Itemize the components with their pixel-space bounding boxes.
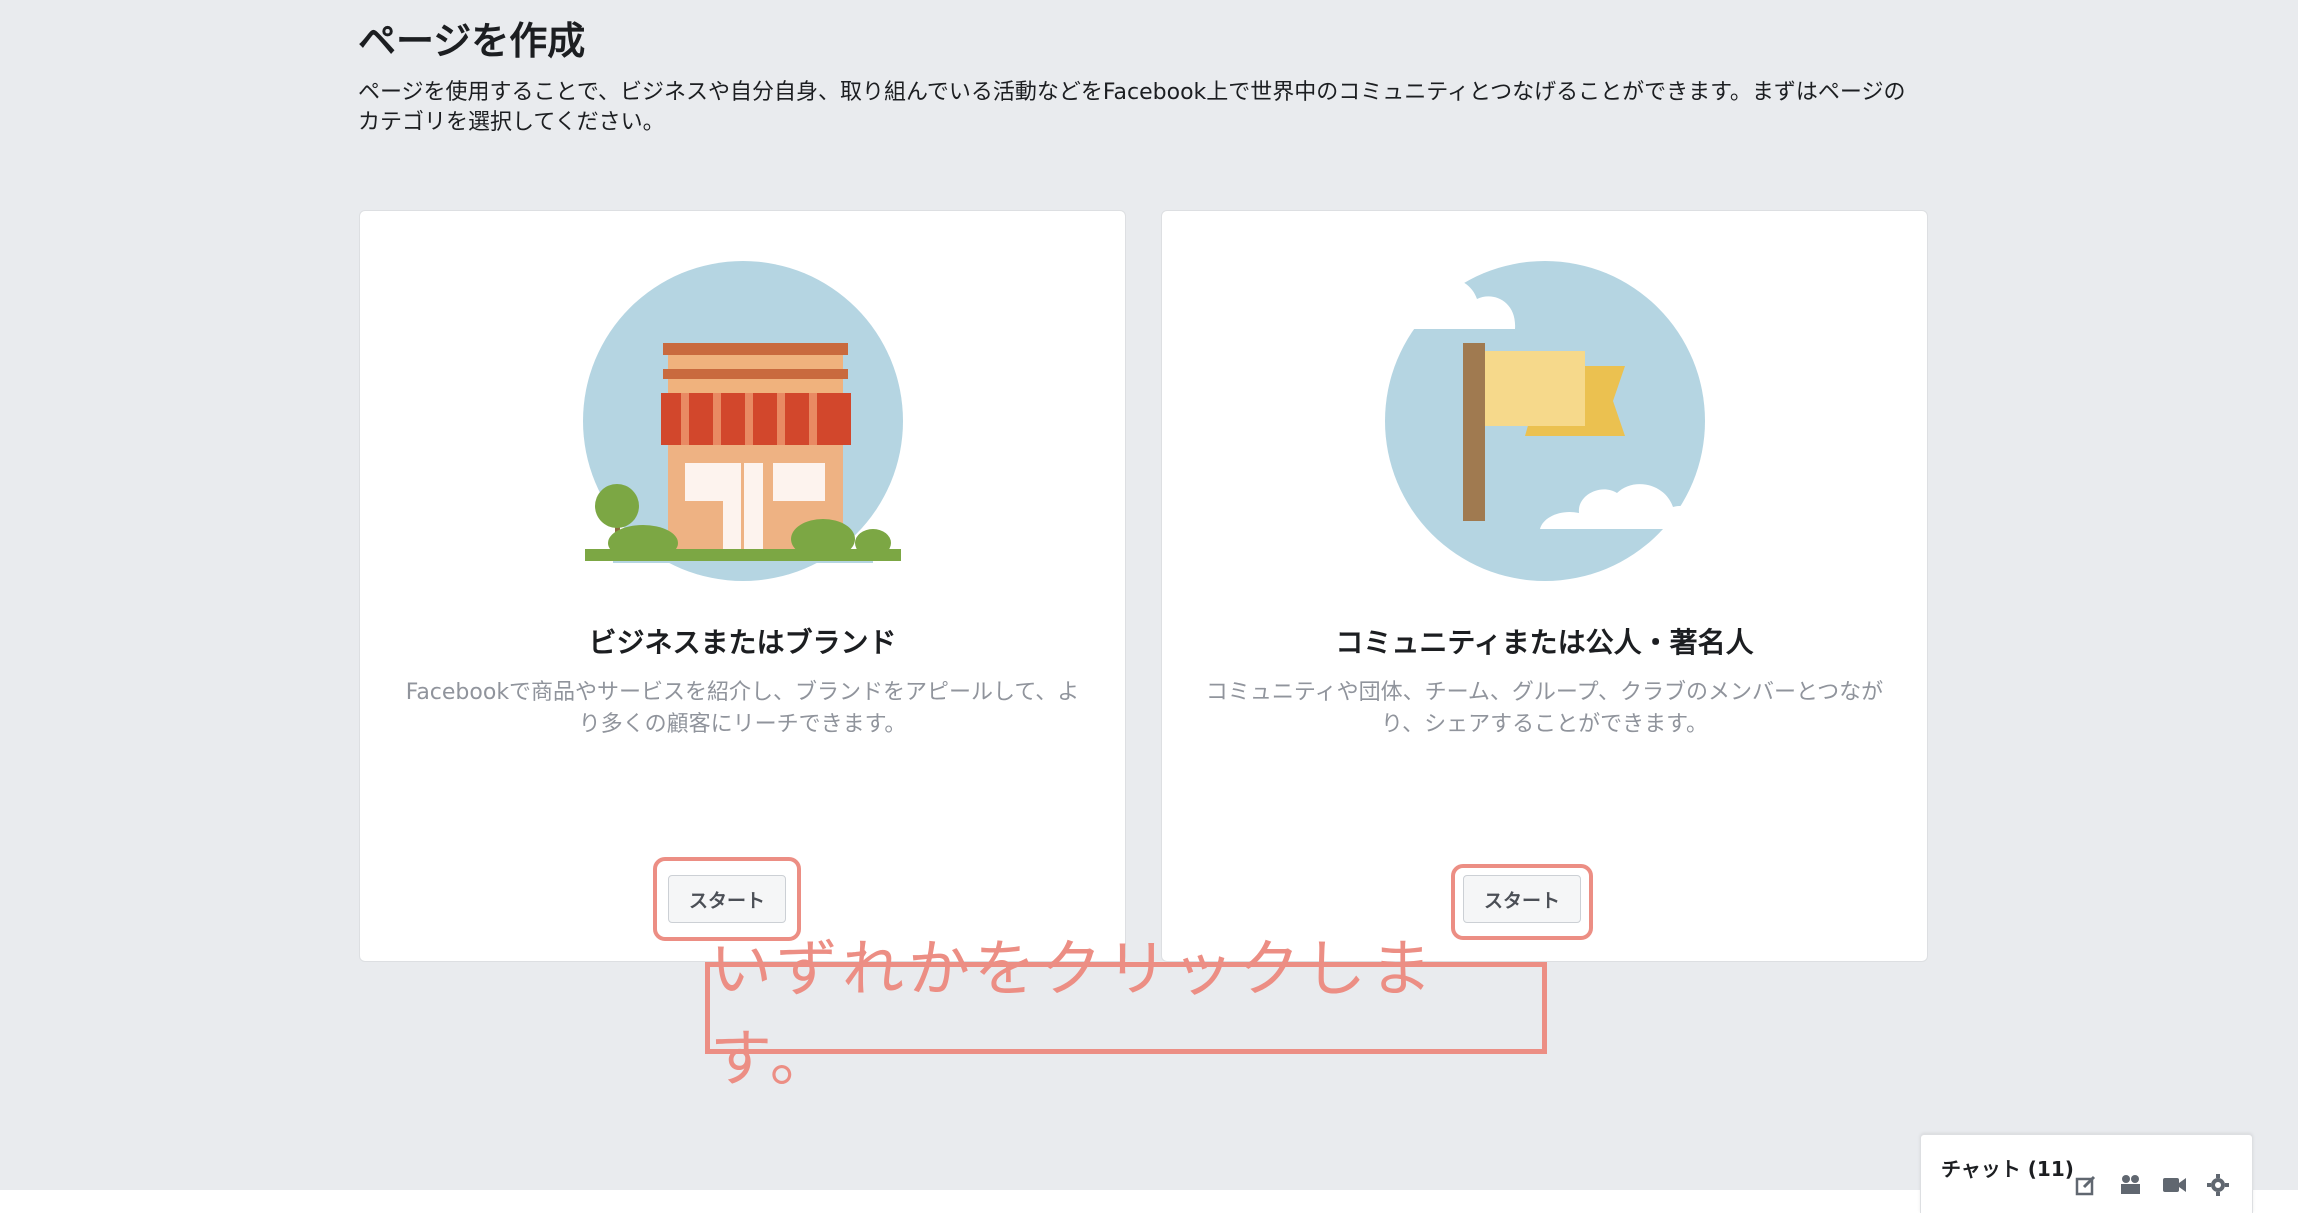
page-title: ページを作成 xyxy=(358,19,586,63)
chat-bar[interactable]: チャット (11) xyxy=(1920,1134,2253,1213)
business-brand-card[interactable]: ビジネスまたはブランド Facebookで商品やサービスを紹介し、ブランドをアピ… xyxy=(359,210,1126,962)
community-start-button[interactable]: スタート xyxy=(1463,875,1581,923)
compose-icon[interactable] xyxy=(2073,1173,2099,1199)
video-icon[interactable] xyxy=(2161,1173,2187,1199)
storefront-illustration-icon xyxy=(573,251,913,585)
instruction-annotation-box: いずれかをクリックします。 xyxy=(705,932,1547,1095)
page-description: ページを使用することで、ビジネスや自分自身、取り組んでいる活動などをFacebo… xyxy=(358,80,1906,135)
instruction-annotation-text: いずれかをクリックします。 xyxy=(710,932,1437,1095)
contacts-icon[interactable] xyxy=(2117,1173,2143,1199)
community-card-title: コミュニティまたは公人・著名人 xyxy=(1335,626,1754,659)
settings-icon[interactable] xyxy=(2205,1173,2231,1199)
business-card-title: ビジネスまたはブランド xyxy=(588,626,897,659)
chat-icons xyxy=(2073,1173,2231,1199)
flag-illustration-icon xyxy=(1365,251,1725,585)
community-public-figure-card[interactable]: コミュニティまたは公人・著名人 コミュニティや団体、チーム、グループ、クラブのメ… xyxy=(1161,210,1928,962)
business-start-button[interactable]: スタート xyxy=(668,875,786,923)
chat-label: チャット (11) xyxy=(1941,1157,2074,1181)
community-card-description: コミュニティや団体、チーム、グループ、クラブのメンバーとつながり、シェアすること… xyxy=(1205,680,1884,737)
business-card-description: Facebookで商品やサービスを紹介し、ブランドをアピールして、より多くの顧客… xyxy=(405,680,1080,737)
